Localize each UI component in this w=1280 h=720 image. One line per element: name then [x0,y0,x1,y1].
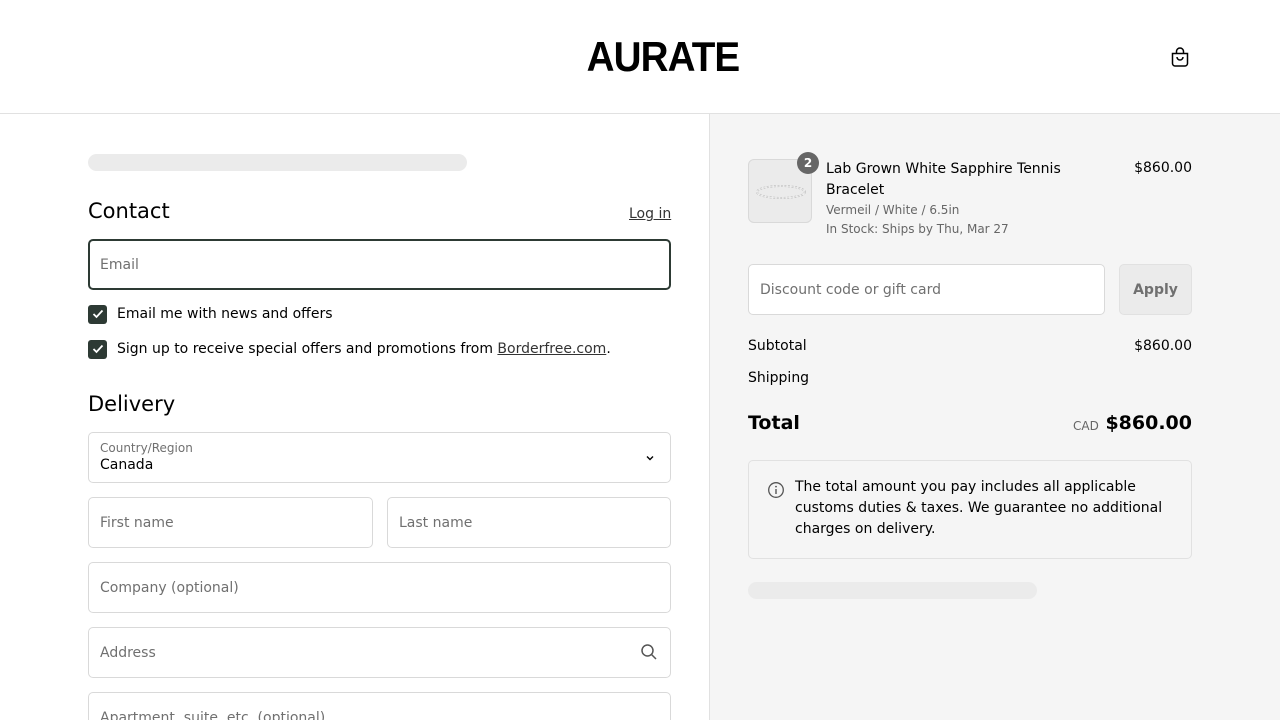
discount-code-field[interactable] [748,264,1105,315]
apartment-input[interactable] [89,693,670,720]
apartment-field[interactable] [88,692,671,720]
product-price: $860.00 [1134,160,1192,176]
quantity-badge: 2 [797,152,819,174]
address-field[interactable] [88,627,671,678]
discount-code-input[interactable] [749,265,1104,314]
checkmark-icon [92,309,103,319]
last-name-field[interactable] [387,497,671,548]
country-label: Country/Region [100,441,193,455]
express-checkout-skeleton [88,154,467,171]
address-input[interactable] [89,628,670,677]
login-link[interactable]: Log in [629,206,671,222]
total-value: $860.00 [1105,412,1192,434]
shipping-label: Shipping [748,370,810,386]
product-stock-status: In Stock: Ships by Thu, Mar 27 [826,222,1009,236]
news-offers-option[interactable]: Email me with news and offers [88,304,333,324]
chevron-down-icon [646,456,654,461]
news-offers-checkbox[interactable] [88,304,107,324]
company-input[interactable] [89,563,670,612]
contact-title: Contact [88,199,170,223]
delivery-title: Delivery [88,392,176,416]
borderfree-link[interactable]: Borderfree.com [497,341,606,357]
checkmark-icon [92,344,103,354]
company-field[interactable] [88,562,671,613]
borderfree-option[interactable]: Sign up to receive special offers and pr… [88,339,611,359]
shopping-bag-icon[interactable] [1168,45,1192,69]
subtotal-label: Subtotal [748,338,807,354]
subtotal-value: $860.00 [1134,338,1192,354]
country-select[interactable]: Country/Region Canada [88,432,671,483]
product-variant: Vermeil / White / 6.5in [826,203,960,217]
duties-notice-text: The total amount you pay includes all ap… [795,479,1163,537]
news-offers-label: Email me with news and offers [117,306,333,322]
header: AURATE [0,0,1280,114]
product-name: Lab Grown White Sapphire Tennis Bracelet [826,161,1061,198]
total-currency: CAD [1073,419,1099,433]
info-icon [768,482,784,498]
duties-notice: The total amount you pay includes all ap… [748,460,1192,559]
last-name-input[interactable] [388,498,670,547]
borderfree-label-text: Sign up to receive special offers and pr… [117,341,498,357]
borderfree-label-suffix: . [606,341,611,357]
total-label: Total [748,412,800,434]
email-input[interactable] [90,241,669,288]
email-field[interactable] [88,239,671,290]
borderfree-checkbox[interactable] [88,339,107,359]
country-value: Canada [100,457,154,473]
first-name-field[interactable] [88,497,373,548]
summary-loading-skeleton [748,582,1037,599]
brand-logo[interactable]: AURATE [587,34,741,80]
apply-discount-button[interactable]: Apply [1119,264,1192,315]
search-icon [641,644,657,660]
borderfree-label: Sign up to receive special offers and pr… [117,341,611,357]
first-name-input[interactable] [89,498,372,547]
